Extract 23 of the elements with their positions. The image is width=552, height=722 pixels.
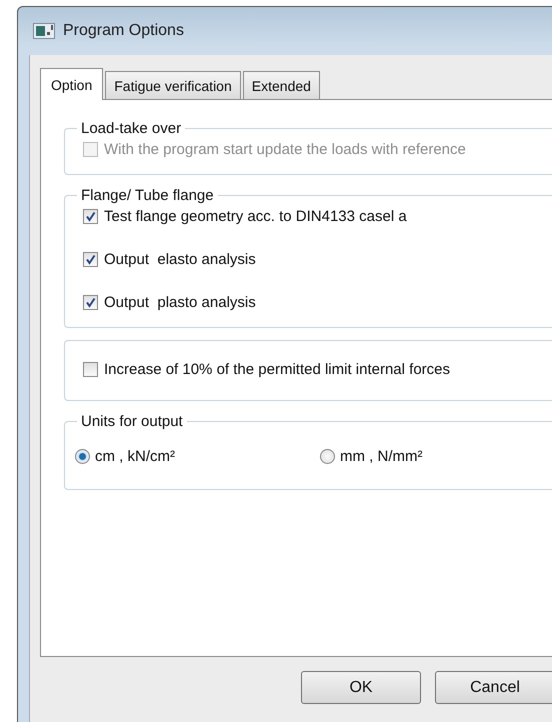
checkbox[interactable] [83, 252, 98, 267]
checkbox[interactable] [83, 295, 98, 310]
group-title: Units for output [80, 413, 184, 430]
checkbox-label: Output elasto analysis [104, 251, 256, 268]
radio-label: mm , N/mm² [340, 448, 422, 465]
checkbox-label: Test flange geometry acc. to DIN4133 casel a [104, 208, 407, 225]
radio-label: cm , kN/cm² [95, 448, 175, 465]
tab[interactable]: Extended [242, 71, 320, 99]
radio-button[interactable] [320, 449, 335, 464]
checkbox[interactable] [83, 362, 98, 377]
group-title: Load-take over [80, 120, 182, 137]
checkbox[interactable] [83, 209, 98, 224]
checkbox-label: With the program start update the loads with reference [104, 141, 466, 158]
app-icon [33, 23, 55, 39]
tab[interactable]: Fatigue verification [105, 71, 241, 99]
radio-button[interactable] [75, 449, 90, 464]
window-title: Program Options [63, 22, 184, 40]
checkbox-label: Output plasto analysis [104, 294, 256, 311]
checkbox-label: Increase of 10% of the permitted limit internal forces [104, 361, 450, 378]
dialog-button[interactable]: Cancel [435, 671, 552, 704]
dialog-button[interactable]: OK [301, 671, 421, 704]
tab[interactable]: Option [40, 68, 104, 100]
group-title: Flange/ Tube flange [80, 187, 215, 204]
